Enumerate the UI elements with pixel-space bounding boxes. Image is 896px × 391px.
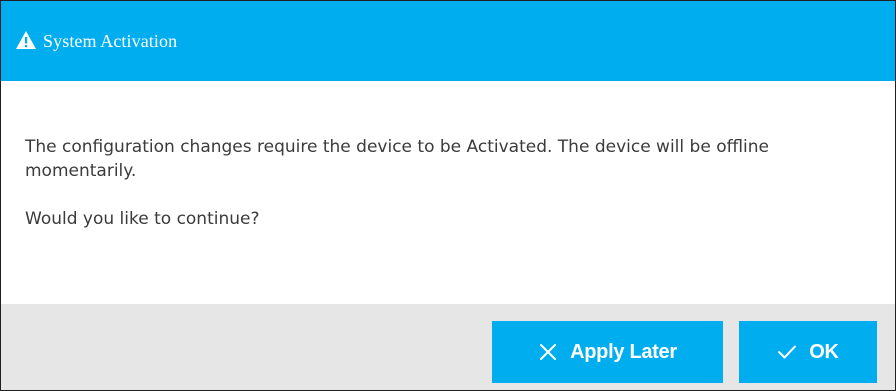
dialog-footer: Apply Later OK bbox=[1, 304, 895, 390]
apply-later-button[interactable]: Apply Later bbox=[492, 321, 723, 383]
dialog-message: The configuration changes require the de… bbox=[25, 137, 769, 181]
dialog-header: System Activation bbox=[1, 1, 895, 81]
dialog-body: The configuration changes require the de… bbox=[1, 81, 895, 304]
apply-later-label: Apply Later bbox=[570, 340, 677, 363]
system-activation-dialog: System Activation The configuration chan… bbox=[0, 0, 896, 391]
dialog-question: Would you like to continue? bbox=[25, 209, 260, 229]
close-icon bbox=[538, 342, 558, 362]
check-icon bbox=[777, 342, 797, 362]
ok-button[interactable]: OK bbox=[739, 321, 877, 383]
ok-label: OK bbox=[809, 340, 839, 363]
dialog-title: System Activation bbox=[43, 30, 178, 51]
warning-icon bbox=[15, 30, 37, 50]
